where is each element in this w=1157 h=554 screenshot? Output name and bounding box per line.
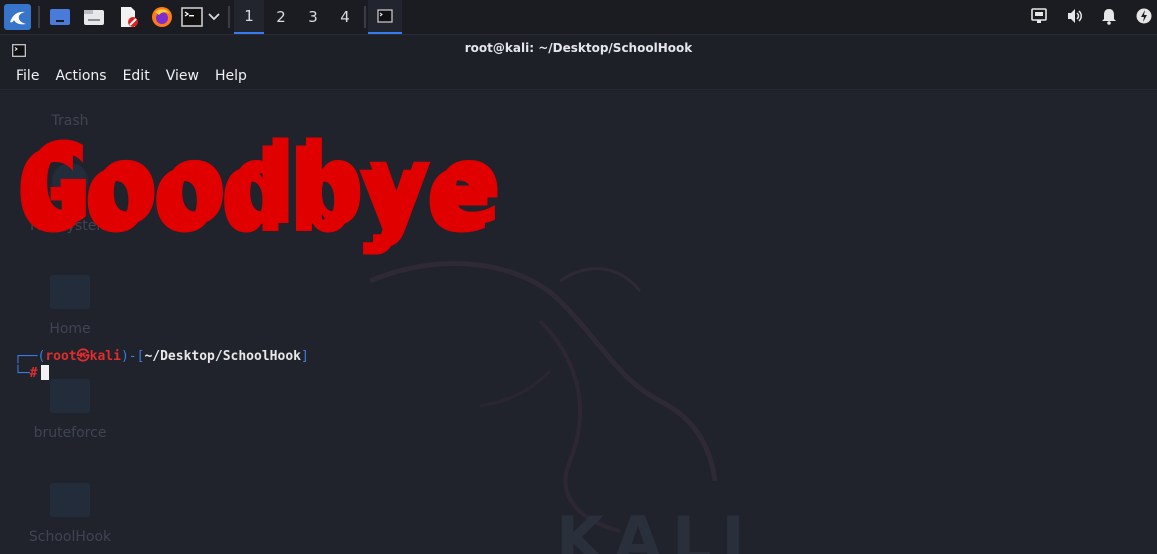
- prompt-user: root: [45, 349, 77, 364]
- terminal-icon: [377, 9, 393, 23]
- text-editor-icon[interactable]: [116, 4, 140, 30]
- firefox-icon[interactable]: [150, 4, 174, 30]
- prompt-at-symbol: ㉿: [76, 349, 90, 364]
- text-cursor[interactable]: [41, 365, 50, 380]
- network-icon[interactable]: [1031, 7, 1047, 29]
- power-icon[interactable]: [1135, 7, 1153, 29]
- shell-prompt: ┌──(root㉿kali)-[~/Desktop/SchoolHook] └─…: [14, 349, 309, 381]
- file-manager-icon[interactable]: [82, 4, 106, 30]
- menu-view[interactable]: View: [158, 62, 207, 90]
- workspace-2[interactable]: 2: [266, 0, 296, 34]
- prompt-symbol: #: [29, 366, 38, 381]
- workspace-3[interactable]: 3: [298, 0, 328, 34]
- prompt-host: kali: [89, 349, 121, 364]
- workspace-1[interactable]: 1: [234, 0, 264, 34]
- top-panel: 1 2 3 4: [0, 0, 1157, 35]
- panel-separator: [38, 6, 40, 28]
- folder-icon: [50, 379, 90, 413]
- menu-edit[interactable]: Edit: [115, 62, 158, 90]
- window-titlebar[interactable]: root@kali: ~/Desktop/SchoolHook: [0, 35, 1157, 62]
- workspace-4[interactable]: 4: [330, 0, 360, 34]
- kali-watermark: KALI: [556, 503, 755, 554]
- desktop-icon-label-bruteforce: bruteforce: [33, 425, 107, 441]
- terminal-output[interactable]: Trash File System Home bruteforce School…: [0, 91, 1157, 554]
- chevron-down-icon[interactable]: [206, 4, 222, 30]
- desktop-icon[interactable]: [48, 4, 72, 30]
- folder-icon: [50, 483, 90, 517]
- volume-icon[interactable]: [1066, 7, 1084, 29]
- menu-help[interactable]: Help: [207, 62, 255, 90]
- terminal-icon[interactable]: [180, 4, 204, 30]
- menu-actions[interactable]: Actions: [47, 62, 114, 90]
- menu-file[interactable]: File: [8, 62, 47, 90]
- desktop-icon-label-schoolhook: SchoolHook: [28, 529, 112, 545]
- taskbar-terminal-window[interactable]: [368, 0, 402, 34]
- notification-bell-icon[interactable]: [1101, 7, 1117, 29]
- panel-separator: [364, 6, 366, 28]
- menu-bar: File Actions Edit View Help: [0, 62, 1157, 90]
- desktop-icon-label-home: Home: [49, 321, 91, 337]
- kali-dragon-icon[interactable]: [4, 4, 31, 30]
- banner-text: Goodbye: [24, 120, 503, 250]
- goodbye-banner: Goodbye Goodbye: [14, 120, 503, 258]
- prompt-path: ~/Desktop/SchoolHook: [144, 349, 301, 364]
- panel-separator: [228, 6, 230, 28]
- window-title: root@kali: ~/Desktop/SchoolHook: [464, 41, 693, 55]
